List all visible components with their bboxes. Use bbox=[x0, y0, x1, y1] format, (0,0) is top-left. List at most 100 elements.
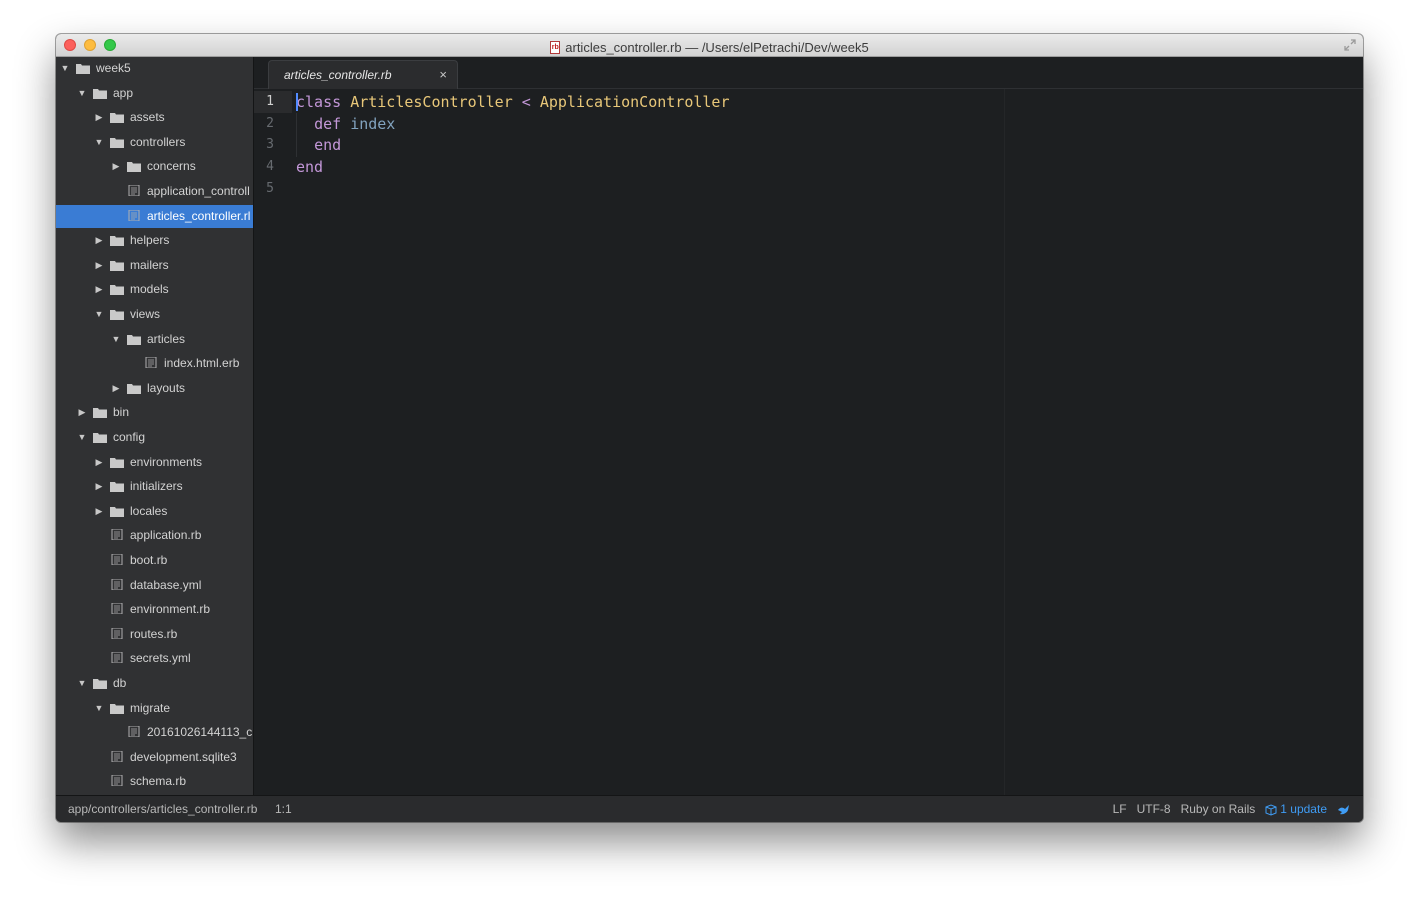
status-grammar[interactable]: Ruby on Rails bbox=[1181, 796, 1256, 822]
tab-label: articles_controller.rb bbox=[284, 68, 392, 82]
line-number[interactable]: 1 bbox=[254, 91, 274, 113]
tree-folder[interactable]: ▶ bin bbox=[56, 401, 253, 424]
tree-item-label: environments bbox=[130, 454, 203, 469]
chevron-down-icon[interactable]: ▼ bbox=[77, 82, 87, 105]
status-line-ending[interactable]: LF bbox=[1113, 796, 1127, 822]
chevron-right-icon[interactable]: ▶ bbox=[94, 475, 104, 498]
tree-folder[interactable]: ▶ mailers bbox=[56, 254, 253, 277]
chevron-down-icon[interactable]: ▼ bbox=[94, 697, 104, 720]
line-number[interactable]: 3 bbox=[254, 134, 274, 156]
tree-folder[interactable]: ▼ views bbox=[56, 303, 253, 326]
code-line[interactable]: def index bbox=[296, 113, 395, 135]
package-icon bbox=[1265, 803, 1277, 816]
folder-icon bbox=[127, 334, 141, 345]
chevron-down-icon[interactable]: ▼ bbox=[94, 131, 104, 154]
tab-articles-controller[interactable]: articles_controller.rb × bbox=[268, 60, 458, 89]
tree-item-label: models bbox=[130, 282, 169, 297]
fullscreen-icon[interactable] bbox=[1343, 38, 1357, 52]
tree-file[interactable]: application_controll bbox=[56, 180, 253, 203]
tree-folder[interactable]: ▶ environments bbox=[56, 451, 253, 474]
tree-folder[interactable]: ▼ migrate bbox=[56, 697, 253, 720]
tree-file[interactable]: schema.rb bbox=[56, 770, 253, 793]
status-cursor-position[interactable]: 1:1 bbox=[275, 796, 292, 822]
code-editor[interactable]: 12345 class ArticlesController < Applica… bbox=[254, 89, 1363, 795]
line-number[interactable]: 5 bbox=[254, 178, 274, 200]
window-title-group: rb articles_controller.rb — /Users/elPet… bbox=[550, 37, 869, 59]
status-encoding[interactable]: UTF-8 bbox=[1137, 796, 1171, 822]
file-icon bbox=[111, 750, 123, 762]
tree-folder[interactable]: ▼ db bbox=[56, 672, 253, 695]
tree-item-label: concerns bbox=[147, 159, 196, 174]
tree-item-label: db bbox=[113, 676, 127, 690]
tree-file[interactable]: database.yml bbox=[56, 574, 253, 597]
tree-folder[interactable]: ▶ models bbox=[56, 278, 253, 301]
tree-file[interactable]: secrets.yml bbox=[56, 647, 253, 670]
tree-file[interactable]: 20161026144113_c bbox=[56, 721, 253, 744]
code-line[interactable]: class ArticlesController < ApplicationCo… bbox=[296, 91, 730, 113]
chevron-right-icon[interactable]: ▶ bbox=[94, 229, 104, 252]
chevron-down-icon[interactable]: ▼ bbox=[60, 57, 70, 80]
minimize-window-button[interactable] bbox=[84, 39, 96, 51]
tree-item-label: application_controll bbox=[147, 184, 250, 198]
chevron-down-icon[interactable]: ▼ bbox=[111, 328, 121, 351]
file-icon bbox=[111, 603, 123, 615]
tree-file[interactable]: index.html.erb bbox=[56, 352, 253, 375]
chevron-down-icon[interactable]: ▼ bbox=[77, 672, 87, 695]
tree-file[interactable]: development.sqlite3 bbox=[56, 746, 253, 769]
tree-folder[interactable]: ▼ config bbox=[56, 426, 253, 449]
tree-file[interactable]: boot.rb bbox=[56, 549, 253, 572]
tree-folder[interactable]: ▶ concerns bbox=[56, 155, 253, 178]
chevron-right-icon[interactable]: ▶ bbox=[111, 155, 121, 178]
status-file-path[interactable]: app/controllers/articles_controller.rb bbox=[68, 796, 257, 822]
tree-folder[interactable]: ▼ articles bbox=[56, 328, 253, 351]
code-token: < bbox=[521, 93, 531, 111]
chevron-right-icon[interactable]: ▶ bbox=[94, 254, 104, 277]
file-icon bbox=[111, 578, 123, 590]
line-number[interactable]: 4 bbox=[254, 156, 274, 178]
chevron-right-icon[interactable]: ▶ bbox=[111, 377, 121, 400]
folder-icon bbox=[127, 162, 141, 173]
tree-item-label: mailers bbox=[130, 257, 169, 272]
ruby-file-icon: rb bbox=[550, 41, 561, 54]
tree-item-label: views bbox=[130, 307, 161, 321]
code-line[interactable]: end bbox=[296, 156, 323, 178]
chevron-right-icon[interactable]: ▶ bbox=[94, 106, 104, 129]
line-number[interactable]: 2 bbox=[254, 113, 274, 135]
chevron-down-icon[interactable]: ▼ bbox=[77, 426, 87, 449]
tree-file[interactable]: routes.rb bbox=[56, 623, 253, 646]
tree-folder[interactable]: ▼ week5 bbox=[56, 57, 253, 80]
tree-item-label: secrets.yml bbox=[130, 651, 191, 666]
tree-file[interactable]: application.rb bbox=[56, 524, 253, 547]
tree-folder[interactable]: ▶ initializers bbox=[56, 475, 253, 498]
file-icon bbox=[128, 726, 140, 738]
tree-file[interactable]: articles_controller.rl bbox=[56, 204, 253, 228]
tree-file[interactable]: environment.rb bbox=[56, 598, 253, 621]
file-icon bbox=[128, 185, 140, 196]
folder-icon bbox=[110, 260, 124, 271]
tree-folder[interactable]: ▶ layouts bbox=[56, 377, 253, 400]
code-token: index bbox=[350, 114, 396, 133]
status-update-link[interactable]: 1 update bbox=[1265, 796, 1327, 822]
code-token: ApplicationController bbox=[539, 93, 730, 111]
tree-folder[interactable]: ▶ helpers bbox=[56, 229, 253, 252]
tree-folder[interactable]: ▼ controllers bbox=[56, 131, 253, 154]
chevron-right-icon[interactable]: ▶ bbox=[94, 451, 104, 474]
file-icon bbox=[111, 554, 123, 565]
folder-icon bbox=[110, 285, 124, 296]
line-number-gutter: 12345 bbox=[254, 89, 292, 795]
chevron-right-icon[interactable]: ▶ bbox=[94, 500, 104, 523]
tree-folder[interactable]: ▼ app bbox=[56, 82, 253, 105]
zoom-window-button[interactable] bbox=[104, 39, 116, 51]
close-tab-icon[interactable]: × bbox=[439, 67, 447, 82]
tree-folder[interactable]: ▶ assets bbox=[56, 106, 253, 129]
tree-folder[interactable]: ▶ locales bbox=[56, 500, 253, 523]
chevron-right-icon[interactable]: ▶ bbox=[94, 278, 104, 301]
bird-icon[interactable] bbox=[1337, 803, 1351, 817]
chevron-right-icon[interactable]: ▶ bbox=[77, 401, 87, 424]
code-line[interactable]: end bbox=[296, 134, 341, 156]
close-window-button[interactable] bbox=[64, 39, 76, 51]
folder-icon bbox=[110, 703, 124, 714]
chevron-down-icon[interactable]: ▼ bbox=[94, 303, 104, 326]
